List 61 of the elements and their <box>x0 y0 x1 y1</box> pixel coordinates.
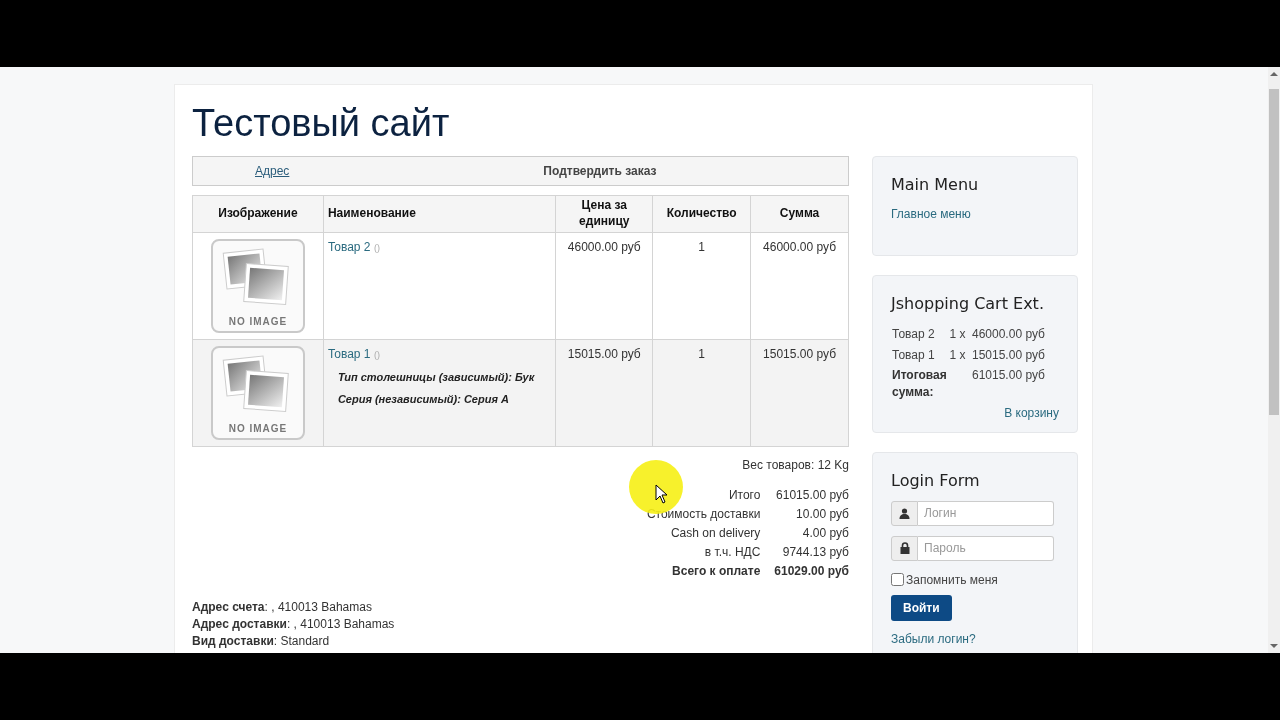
cart-total-value: 61015.00 руб <box>971 366 1046 384</box>
column-header: Наименование <box>323 195 556 233</box>
summary-label: Стоимость доставки <box>646 506 761 521</box>
module-title: Login Form <box>891 469 981 492</box>
scroll-down-icon[interactable] <box>1270 643 1278 649</box>
product-note: () <box>373 349 380 360</box>
column-header: Сумма <box>750 195 849 233</box>
scroll-up-icon[interactable] <box>1270 71 1278 77</box>
cursor-icon <box>655 484 668 504</box>
cart-item-name: Товар 2 <box>891 325 936 343</box>
unit-price: 46000.00 руб <box>555 232 653 340</box>
cart-item-price: 46000.00 руб <box>971 325 1046 343</box>
cart-item-quantity: 1 x <box>948 325 967 343</box>
username-field[interactable]: Логин <box>918 500 1054 526</box>
address-line: Адрес доставки: , 410013 Bahamas <box>192 615 396 633</box>
quantity-cell: 1 <box>652 232 751 340</box>
product-link[interactable]: Товар 1 <box>327 346 371 361</box>
cart-item-name: Товар 1 <box>891 346 936 364</box>
unit-price: 15015.00 руб <box>555 339 653 447</box>
scrollbar-thumb[interactable] <box>1269 89 1279 415</box>
summary-label: Всего к оплате <box>672 563 761 578</box>
menu-link[interactable]: Главное меню <box>891 204 1059 223</box>
lock-icon <box>899 542 910 555</box>
module-title: Main Menu <box>891 173 980 196</box>
product-link[interactable]: Товар 2 <box>327 239 371 254</box>
cart-item-price: 15015.00 руб <box>971 346 1046 364</box>
column-header: Количество <box>652 195 751 233</box>
product-attribute: Тип столешницы (зависимый): Бук <box>337 369 536 385</box>
login-button[interactable]: Войти <box>891 594 952 621</box>
line-total: 46000.00 руб <box>750 232 849 340</box>
column-header: Изображение <box>192 195 324 233</box>
remember-checkbox[interactable] <box>891 573 904 587</box>
summary-label: Итого <box>728 487 761 502</box>
column-header: Цена за единицу <box>555 195 653 233</box>
step-link[interactable]: Адрес <box>255 161 290 180</box>
summary-label: Cash on delivery <box>670 525 761 540</box>
address-line: Вид доставки: Standard <box>192 632 331 650</box>
password-field[interactable]: Пароль <box>918 535 1054 561</box>
product-attribute: Серия (независимый): Серия A <box>337 392 510 408</box>
cart-item-quantity: 1 x <box>948 346 967 364</box>
remember-label[interactable]: Запомнить меня <box>906 570 998 589</box>
module-title: Jshopping Cart Ext. <box>891 292 1045 315</box>
cart-link[interactable]: В корзину <box>891 403 1059 422</box>
line-total: 15015.00 руб <box>750 339 849 447</box>
summary-label: в т.ч. НДС <box>704 544 761 559</box>
no-image-label: NO IMAGE <box>227 314 289 329</box>
current-step: Подтвердить заказ <box>543 161 657 180</box>
product-note: () <box>373 242 380 253</box>
summary-value: 4.00 руб <box>802 525 849 540</box>
user-icon <box>899 507 910 519</box>
quantity-cell: 1 <box>652 339 751 447</box>
summary-value: 9744.13 руб <box>782 544 849 559</box>
no-image-label: NO IMAGE <box>227 421 289 436</box>
weight-text: Вес товаров: 12 Kg <box>742 456 849 474</box>
summary-value: 61029.00 руб <box>774 563 849 578</box>
summary-value: 10.00 руб <box>796 506 849 521</box>
forgot-link[interactable]: Забыли логин? <box>891 629 1059 648</box>
cart-total-label: Итоговая сумма: <box>891 366 948 401</box>
summary-value: 61015.00 руб <box>776 487 849 502</box>
site-title: Тестовый сайт <box>192 103 451 145</box>
address-line: Адрес счета: , 410013 Bahamas <box>192 598 373 616</box>
